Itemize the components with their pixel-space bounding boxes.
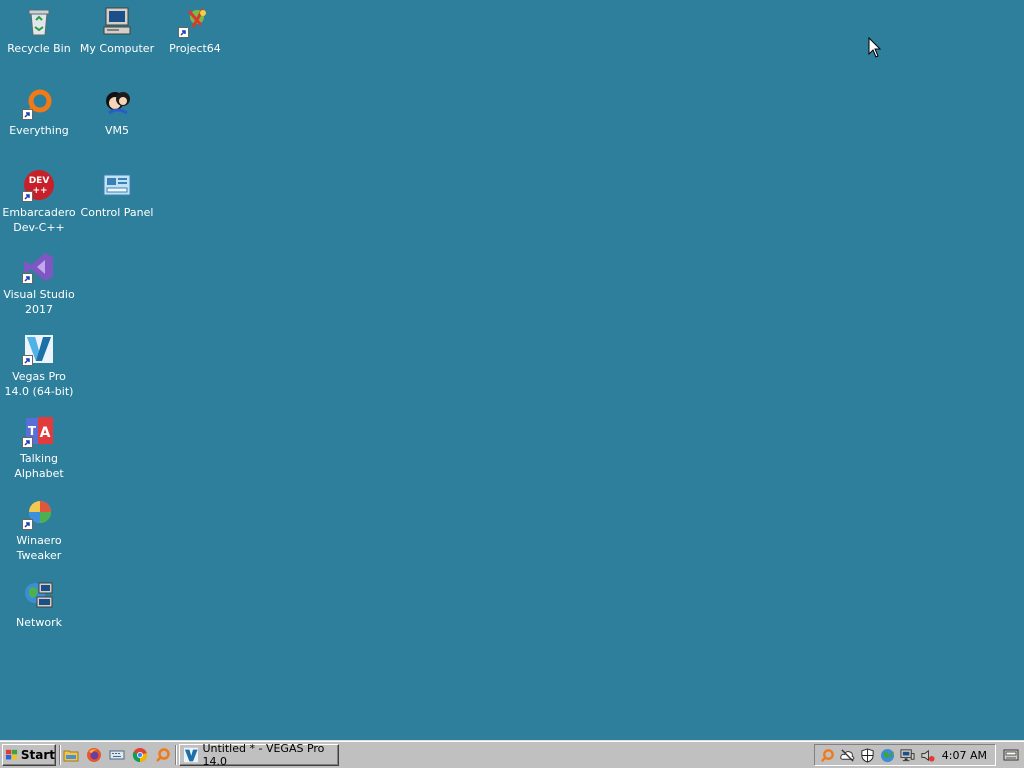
shortcut-arrow-icon bbox=[22, 355, 33, 366]
desktop-icon-label: Recycle Bin bbox=[7, 42, 71, 55]
desktop-icon-recycle-bin[interactable]: Recycle Bin bbox=[0, 4, 78, 56]
shortcut-arrow-icon bbox=[22, 519, 33, 530]
svg-text:++: ++ bbox=[32, 186, 47, 196]
desktop[interactable]: Recycle Bin My Computer Project64 Everyt… bbox=[0, 0, 1024, 740]
desktop-icon-vegas-pro[interactable]: Vegas Pro 14.0 (64-bit) bbox=[0, 332, 78, 399]
desktop-icon-control-panel[interactable]: Control Panel bbox=[78, 168, 156, 220]
security-shield-icon[interactable] bbox=[859, 747, 876, 764]
desktop-icon-everything[interactable]: Everything bbox=[0, 86, 78, 138]
network-icon bbox=[22, 578, 56, 612]
desktop-icon-label: Embarcadero Dev-C++ bbox=[2, 206, 76, 234]
shortcut-arrow-icon bbox=[178, 27, 189, 38]
taskbar-button-vegas-pro[interactable]: Untitled * - VEGAS Pro 14.0 bbox=[179, 742, 339, 768]
globe-icon[interactable] bbox=[879, 747, 896, 764]
shortcut-arrow-icon bbox=[22, 437, 33, 448]
taskbar-button-label: Untitled * - VEGAS Pro 14.0 bbox=[202, 742, 325, 768]
vegas-pro-icon bbox=[22, 332, 56, 366]
chrome-icon[interactable] bbox=[131, 746, 149, 764]
network-status-icon[interactable] bbox=[899, 747, 916, 764]
desktop-icon-label: Vegas Pro 14.0 (64-bit) bbox=[4, 370, 74, 398]
my-computer-icon bbox=[100, 4, 134, 38]
show-desktop-icon bbox=[1003, 749, 1019, 761]
desktop-icon-label: VM5 bbox=[104, 124, 129, 137]
start-button[interactable]: Start bbox=[2, 744, 56, 766]
system-tray: 4:07 AM bbox=[814, 744, 996, 766]
desktop-icon-label: Control Panel bbox=[80, 206, 154, 219]
desktop-icon-label: Talking Alphabet bbox=[14, 452, 64, 480]
vegas-pro-icon bbox=[184, 747, 199, 763]
everything-search-icon[interactable] bbox=[819, 747, 836, 764]
taskbar-separator bbox=[59, 745, 61, 765]
desktop-icon-label: Winaero Tweaker bbox=[16, 534, 62, 562]
quick-launch-bar bbox=[62, 746, 172, 764]
project64-icon bbox=[178, 4, 212, 38]
winaero-tweaker-icon bbox=[22, 496, 56, 530]
cloud-offline-icon[interactable] bbox=[839, 747, 856, 764]
desktop-icon-dev-cpp[interactable]: DEV ++ Embarcadero Dev-C++ bbox=[0, 168, 78, 235]
show-desktop-button[interactable] bbox=[1000, 744, 1022, 766]
svg-text:T: T bbox=[28, 424, 37, 438]
dev-cpp-icon: DEV ++ bbox=[22, 168, 56, 202]
shortcut-arrow-icon bbox=[22, 273, 33, 284]
taskbar-separator bbox=[175, 745, 177, 765]
shortcut-arrow-icon bbox=[22, 191, 33, 202]
desktop-icon-network[interactable]: Network bbox=[0, 578, 78, 630]
control-panel-icon bbox=[100, 168, 134, 202]
desktop-icon-winaero-tweaker[interactable]: Winaero Tweaker bbox=[0, 496, 78, 563]
taskbar: Start Untitled * - VEGAS Pro 14.0 4:07 A… bbox=[0, 740, 1024, 768]
talking-alphabet-icon: TA bbox=[22, 414, 56, 448]
desktop-icon-vm5[interactable]: VM5 bbox=[78, 86, 156, 138]
desktop-icon-my-computer[interactable]: My Computer bbox=[78, 4, 156, 56]
desktop-icon-talking-alphabet[interactable]: TA Talking Alphabet bbox=[0, 414, 78, 481]
desktop-icon-label: Visual Studio 2017 bbox=[3, 288, 75, 316]
shortcut-arrow-icon bbox=[22, 109, 33, 120]
desktop-icon-label: Network bbox=[16, 616, 62, 629]
recycle-bin-icon bbox=[22, 4, 56, 38]
everything-icon bbox=[22, 86, 56, 120]
desktop-icon-label: Project64 bbox=[169, 42, 221, 55]
desktop-icon-visual-studio[interactable]: Visual Studio 2017 bbox=[0, 250, 78, 317]
visual-studio-icon bbox=[22, 250, 56, 284]
desktop-icon-label: My Computer bbox=[79, 42, 155, 55]
volume-muted-icon[interactable] bbox=[919, 747, 936, 764]
desktop-icon-project64[interactable]: Project64 bbox=[156, 4, 234, 56]
clock[interactable]: 4:07 AM bbox=[942, 749, 995, 762]
keyboard-icon[interactable] bbox=[108, 746, 126, 764]
svg-text:A: A bbox=[40, 425, 51, 441]
svg-text:DEV: DEV bbox=[29, 176, 50, 186]
firefox-icon[interactable] bbox=[85, 746, 103, 764]
start-label: Start bbox=[20, 748, 55, 762]
vm5-icon bbox=[100, 86, 134, 120]
folder-icon[interactable] bbox=[62, 746, 80, 764]
everything-search-icon[interactable] bbox=[154, 746, 172, 764]
windows-logo-icon bbox=[6, 749, 18, 760]
mouse-pointer-icon bbox=[868, 37, 882, 58]
desktop-icon-label: Everything bbox=[9, 124, 69, 137]
